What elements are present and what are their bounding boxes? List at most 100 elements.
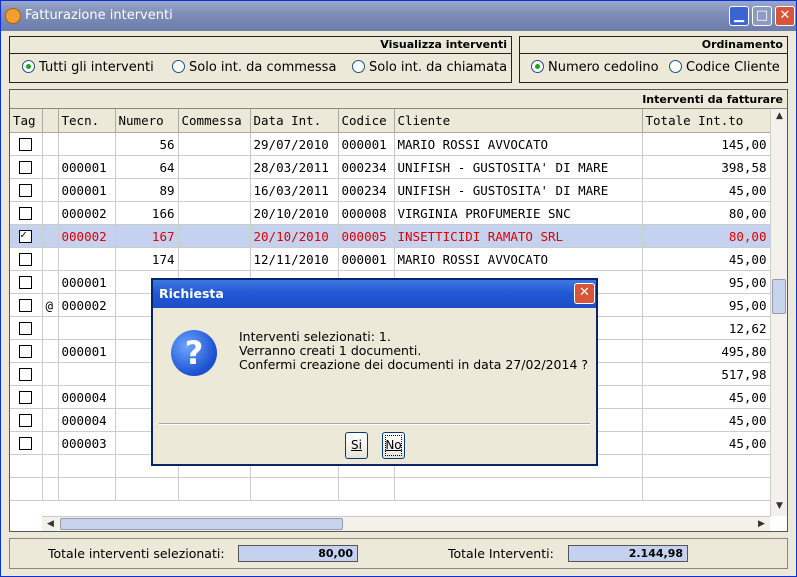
empty-cell [642, 477, 771, 501]
cell-tecn: 000004 [58, 408, 116, 432]
tag-checkbox[interactable] [19, 413, 33, 427]
minimize-button[interactable]: ▁ [729, 6, 749, 26]
tag-checkbox[interactable] [19, 160, 33, 174]
tag-cell[interactable] [10, 339, 43, 363]
tag-cell[interactable] [10, 385, 43, 409]
tag-checkbox[interactable] [19, 183, 33, 197]
no-button[interactable]: No [382, 432, 405, 459]
radio-codice-cliente[interactable]: Codice Cliente [669, 60, 780, 75]
tag-cell[interactable] [10, 293, 43, 317]
selected-total-value: 80,00 [238, 545, 358, 562]
tag-checkbox[interactable] [19, 137, 33, 151]
cell-tecn [58, 132, 116, 156]
tag-checkbox[interactable] [19, 344, 33, 358]
radio-label: Tutti gli interventi [39, 60, 154, 75]
cell-totale: 45,00 [642, 385, 771, 409]
empty-cell [178, 477, 251, 501]
empty-cell [338, 477, 395, 501]
tag-checkbox[interactable] [19, 367, 33, 381]
maximize-button[interactable]: □ [752, 6, 772, 26]
empty-cell [10, 454, 43, 478]
close-button[interactable]: ✕ [775, 6, 795, 26]
title-bar[interactable]: Fatturazione interventi ▁ □ ✕ [1, 1, 796, 31]
dialog-message: Interventi selezionati: 1. Verranno crea… [239, 330, 588, 372]
dialog-separator [159, 423, 590, 425]
tag-cell[interactable] [10, 224, 43, 248]
scroll-right-icon[interactable]: ▶ [754, 517, 769, 531]
tag-cell[interactable] [10, 362, 43, 386]
cell-tecn: 000001 [58, 270, 116, 294]
empty-cell [642, 454, 771, 478]
col-tag[interactable]: Tag [10, 109, 43, 133]
cell-codice: 000001 [338, 132, 395, 156]
tag-cell[interactable] [10, 316, 43, 340]
radio-dot [22, 60, 35, 73]
cell-totale: 12,62 [642, 316, 771, 340]
radio-chiamata[interactable]: Solo int. da chiamata [352, 60, 507, 75]
tag-checkbox[interactable] [19, 275, 33, 289]
cell-data: 16/03/2011 [250, 178, 339, 202]
tag-checkbox[interactable] [19, 298, 33, 312]
scroll-left-icon[interactable]: ◀ [43, 517, 58, 531]
empty-cell [42, 454, 59, 478]
tag-cell[interactable] [10, 155, 43, 179]
dialog-title[interactable]: Richiesta [153, 280, 596, 308]
tag-cell[interactable] [10, 408, 43, 432]
selected-total-label: Totale interventi selezionati: [48, 546, 225, 561]
cell-totale: 80,00 [642, 224, 771, 248]
radio-dot [352, 60, 365, 73]
cell-commessa [178, 224, 251, 248]
table-row[interactable]: 000002167 20/10/2010000005INSETTICIDI RAM… [10, 224, 771, 248]
cell-cliente: VIRGINIA PROFUMERIE SNC [394, 201, 643, 225]
scroll-down-icon[interactable]: ▼ [772, 499, 787, 514]
col-flag[interactable] [42, 109, 59, 133]
tag-cell[interactable] [10, 270, 43, 294]
table-row[interactable]: 174 12/11/2010 000001 MARIO ROSSI AVVOCATO 4… [10, 247, 771, 271]
empty-cell [115, 477, 179, 501]
col-commessa[interactable]: Commessa [178, 109, 251, 133]
tag-checkbox[interactable] [19, 390, 33, 404]
cell-tecn: 000001 [58, 339, 116, 363]
radio-commessa[interactable]: Solo int. da commessa [172, 60, 336, 75]
dialog-close-button[interactable]: ✕ [574, 283, 595, 304]
horizontal-scroll-thumb[interactable] [60, 518, 343, 530]
tag-checkbox[interactable] [19, 321, 33, 335]
col-tecn[interactable]: Tecn. [58, 109, 116, 133]
col-numero[interactable]: Numero [115, 109, 179, 133]
radio-numero-cedolino[interactable]: Numero cedolino [531, 60, 659, 75]
radio-label: Solo int. da commessa [189, 60, 337, 75]
grid-title: Interventi da fatturare [10, 90, 787, 109]
horizontal-scrollbar[interactable]: ◀ ▶ [42, 516, 770, 531]
cell-totale: 45,00 [642, 431, 771, 455]
scroll-up-icon[interactable]: ▲ [772, 109, 787, 124]
tag-checkbox[interactable] [19, 206, 33, 220]
cell-cliente: UNIFISH - GUSTOSITA' DI MARE [394, 155, 643, 179]
radio-label: Numero cedolino [548, 60, 659, 75]
cell-flag [42, 155, 59, 179]
cell-totale: 398,58 [642, 155, 771, 179]
radio-tutti[interactable]: Tutti gli interventi [22, 60, 154, 75]
tag-checkbox[interactable] [19, 436, 33, 450]
cell-flag [42, 385, 59, 409]
col-data[interactable]: Data Int. [250, 109, 339, 133]
tag-checkbox[interactable] [19, 252, 33, 266]
dialog-line: Verranno creati 1 documenti. [239, 343, 422, 358]
cell-totale: 95,00 [642, 270, 771, 294]
col-cliente[interactable]: Cliente [394, 109, 643, 133]
table-row[interactable]: 56 29/07/2010 000001 MARIO ROSSI AVVOCATO 14… [10, 132, 771, 156]
yes-button[interactable]: Si [345, 432, 368, 459]
grand-total-value: 2.144,98 [568, 545, 688, 562]
col-totale[interactable]: Totale Int.to [642, 109, 771, 133]
vertical-scroll-thumb[interactable] [772, 279, 786, 314]
table-row[interactable]: 000001 64 28/03/2011 000234 UNIFISH - GUSTOS… [10, 155, 771, 179]
table-row[interactable]: 000002 166 20/10/2010 000008 VIRGINIA PROFUM… [10, 201, 771, 225]
col-codice[interactable]: Codice [338, 109, 395, 133]
tag-cell[interactable] [10, 247, 43, 271]
tag-cell[interactable] [10, 201, 43, 225]
tag-cell[interactable] [10, 431, 43, 455]
tag-cell[interactable] [10, 178, 43, 202]
vertical-scrollbar[interactable]: ▲ ▼ [770, 109, 787, 516]
tag-cell[interactable] [10, 132, 43, 156]
tag-checkbox[interactable] [19, 228, 33, 243]
table-row[interactable]: 000001 89 16/03/2011 000234 UNIFISH - GUSTOS… [10, 178, 771, 202]
